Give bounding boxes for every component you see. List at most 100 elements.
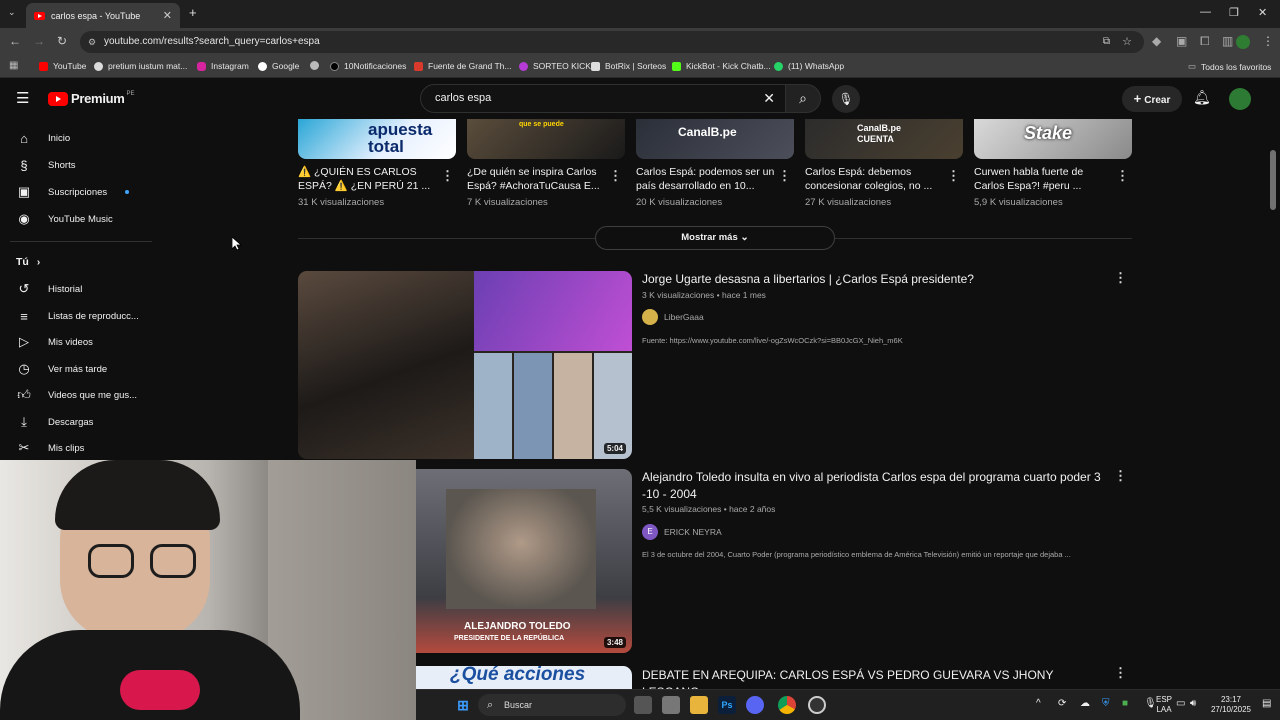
taskbar-search[interactable]: ⌕ Buscar bbox=[478, 694, 626, 716]
youtube-premium-logo[interactable]: Premium PE bbox=[48, 91, 135, 106]
bookmark-kickbot[interactable]: KickBot - Kick Chatb... bbox=[672, 61, 771, 71]
address-bar[interactable]: ⚙ youtube.com/results?search_query=carlo… bbox=[80, 31, 1144, 53]
security-icon[interactable]: ⛨ bbox=[1102, 698, 1110, 709]
network-icon[interactable]: ▭ bbox=[1176, 698, 1185, 709]
video-3-more-icon[interactable]: ⋮ bbox=[1114, 665, 1127, 681]
bookmark-google[interactable]: Google bbox=[258, 61, 299, 71]
all-bookmarks[interactable]: ▭ Todos los favoritos bbox=[1188, 61, 1271, 72]
notification-center-icon[interactable]: ▤ bbox=[1262, 698, 1271, 709]
sidebar-item-listas[interactable]: ≡ Listas de reproducc... bbox=[0, 303, 150, 329]
shelf-thumbnail-3[interactable]: CanalB.pe bbox=[636, 119, 794, 159]
tab-list-icon[interactable]: ⌄ bbox=[8, 7, 16, 18]
search-button[interactable]: ⌕ bbox=[785, 84, 821, 113]
tray-sync-icon[interactable]: ⟳ bbox=[1058, 698, 1066, 709]
channel-2[interactable]: E ERICK NEYRA bbox=[642, 524, 722, 540]
shelf-thumbnail-5[interactable]: Stake bbox=[974, 119, 1132, 159]
discord-icon[interactable] bbox=[746, 696, 764, 714]
sidebar-item-shorts[interactable]: § Shorts bbox=[0, 152, 150, 178]
video-thumbnail-3[interactable]: ¿Qué acciones bbox=[416, 666, 632, 689]
clock[interactable]: 23:17 27/10/2025 bbox=[1206, 695, 1256, 715]
new-tab-icon[interactable]: + bbox=[189, 5, 197, 20]
page-scrollbar[interactable] bbox=[1270, 150, 1276, 210]
bookmark-grand-theft[interactable]: Fuente de Grand Th... bbox=[414, 61, 511, 71]
shelf-thumbnail-2[interactable]: que se puede bbox=[467, 119, 625, 159]
photoshop-icon[interactable]: Ps bbox=[718, 696, 736, 714]
close-tab-icon[interactable]: ✕ bbox=[163, 9, 172, 22]
search-icon: ⌕ bbox=[487, 699, 494, 711]
shelf-title-1[interactable]: ⚠️ ¿QUIÉN ES CARLOS ESPÁ? ⚠️ ¿EN PERÚ 21… bbox=[298, 165, 438, 193]
forward-icon[interactable]: → bbox=[33, 34, 45, 48]
shelf-4-more-icon[interactable]: ⋮ bbox=[947, 168, 960, 184]
file-explorer-icon[interactable] bbox=[690, 696, 708, 714]
bookmark-star-icon[interactable]: ☆ bbox=[1122, 31, 1132, 53]
shelf-title-2[interactable]: ¿De quién se inspira Carlos Espá? #Achor… bbox=[467, 165, 607, 193]
clear-search-icon[interactable]: ✕ bbox=[763, 85, 775, 112]
bookmark-instagram[interactable]: Instagram bbox=[197, 61, 249, 71]
apps-grid-icon[interactable]: ▦ bbox=[9, 60, 18, 71]
shelf-5-more-icon[interactable]: ⋮ bbox=[1116, 168, 1129, 184]
browser-tab[interactable]: carlos espa - YouTube ✕ bbox=[26, 3, 180, 28]
task-view-icon[interactable] bbox=[634, 696, 652, 714]
shelf-2-more-icon[interactable]: ⋮ bbox=[609, 168, 622, 184]
shelf-title-5[interactable]: Curwen habla fuerte de Carlos Espa?! #pe… bbox=[974, 165, 1114, 193]
profile-avatar[interactable] bbox=[1236, 35, 1250, 49]
voice-search-button[interactable]: 🎙 bbox=[832, 85, 860, 113]
minimize-icon[interactable]: — bbox=[1200, 6, 1211, 18]
menu-kebab-icon[interactable]: ⋮ bbox=[1262, 34, 1274, 48]
back-icon[interactable]: ← bbox=[9, 34, 21, 48]
restore-icon[interactable]: ❐ bbox=[1229, 6, 1239, 19]
bookmark-sorteo-kick[interactable]: SORTEO KICK bbox=[519, 61, 591, 71]
bookmark-botrix[interactable]: BotRix | Sorteos bbox=[591, 61, 666, 71]
sidebar-item-youtube-music[interactable]: ◉ YouTube Music bbox=[0, 206, 150, 232]
show-more-button[interactable]: Mostrar más ⌄ bbox=[595, 226, 835, 250]
sidebar-item-mis-clips[interactable]: ✂ Mis clips bbox=[0, 435, 150, 461]
create-button[interactable]: + Crear bbox=[1122, 86, 1182, 112]
windows-start-icon[interactable]: ⊞ bbox=[454, 696, 472, 714]
bookmark-pretium[interactable]: pretium iustum mat... bbox=[94, 61, 187, 71]
notifications-bell-icon[interactable]: 🔔︎ bbox=[1193, 89, 1211, 106]
onedrive-icon[interactable]: ☁ bbox=[1080, 698, 1090, 709]
sidebar-item-mis-videos[interactable]: ▷ Mis videos bbox=[0, 329, 150, 355]
app-icon[interactable] bbox=[662, 696, 680, 714]
video-2-more-icon[interactable]: ⋮ bbox=[1114, 468, 1127, 484]
volume-icon[interactable]: 🔊︎ bbox=[1190, 698, 1196, 709]
bookmark-youtube[interactable]: YouTube bbox=[39, 61, 86, 71]
sidepanel-icon[interactable]: ▥ bbox=[1222, 34, 1233, 48]
channel-1[interactable]: LiberGaaa bbox=[642, 309, 704, 325]
shelf-thumbnail-1[interactable]: apuesta total bbox=[298, 119, 456, 159]
extension-2-icon[interactable]: ▣ bbox=[1176, 34, 1187, 48]
tray-chevron-icon[interactable]: ^ bbox=[1036, 698, 1041, 709]
obs-icon[interactable] bbox=[808, 696, 826, 714]
close-window-icon[interactable]: ✕ bbox=[1258, 6, 1267, 19]
sidebar-section-tu[interactable]: Tú › bbox=[0, 249, 150, 275]
shelf-title-4[interactable]: Carlos Espá: debemos concesionar colegio… bbox=[805, 165, 945, 193]
extension-icon[interactable]: ◆ bbox=[1152, 34, 1161, 48]
shelf-thumbnail-4[interactable]: CanalB.pe CUENTA bbox=[805, 119, 963, 159]
bookmark-whatsapp[interactable]: (11) WhatsApp bbox=[774, 61, 844, 71]
chrome-icon[interactable] bbox=[778, 696, 796, 714]
install-app-icon[interactable]: ⧉ bbox=[1103, 31, 1110, 53]
video-thumbnail-2[interactable]: ALEJANDRO TOLEDO PRESIDENTE DE LA REPÚBL… bbox=[416, 469, 632, 653]
sidebar-item-inicio[interactable]: ⌂ Inicio bbox=[0, 125, 150, 151]
bookmark-10notificaciones[interactable]: 10Notificaciones bbox=[330, 61, 406, 71]
video-1-more-icon[interactable]: ⋮ bbox=[1114, 270, 1127, 286]
sidebar-item-liked[interactable]: 👍︎ Videos que me gus... bbox=[0, 382, 150, 408]
account-avatar[interactable] bbox=[1229, 88, 1251, 110]
shelf-3-more-icon[interactable]: ⋮ bbox=[778, 168, 791, 184]
bookmark-globe[interactable] bbox=[310, 61, 324, 70]
nvidia-icon[interactable]: ■ bbox=[1122, 698, 1128, 709]
search-input[interactable]: carlos espa ✕ bbox=[420, 84, 786, 113]
sidebar-item-suscripciones[interactable]: ▣ Suscripciones bbox=[0, 179, 150, 205]
sidebar-item-descargas[interactable]: ⤓ Descargas bbox=[0, 409, 150, 435]
hamburger-menu-icon[interactable]: ☰ bbox=[16, 89, 29, 107]
sidebar-item-ver-mas-tarde[interactable]: ◷ Ver más tarde bbox=[0, 356, 150, 382]
video-title-1[interactable]: Jorge Ugarte desasna a libertarios | ¿Ca… bbox=[642, 271, 1102, 288]
reload-icon[interactable]: ↻ bbox=[57, 34, 67, 48]
site-info-icon[interactable]: ⚙ bbox=[88, 31, 96, 53]
extensions-puzzle-icon[interactable]: ⧠ bbox=[1200, 34, 1210, 49]
video-thumbnail-1[interactable]: 5:04 bbox=[298, 271, 632, 459]
shelf-1-more-icon[interactable]: ⋮ bbox=[441, 168, 454, 184]
video-title-2[interactable]: Alejandro Toledo insulta en vivo al peri… bbox=[642, 469, 1102, 503]
sidebar-item-historial[interactable]: ↺ Historial bbox=[0, 276, 150, 302]
shelf-title-3[interactable]: Carlos Espá: podemos ser un país desarro… bbox=[636, 165, 776, 193]
